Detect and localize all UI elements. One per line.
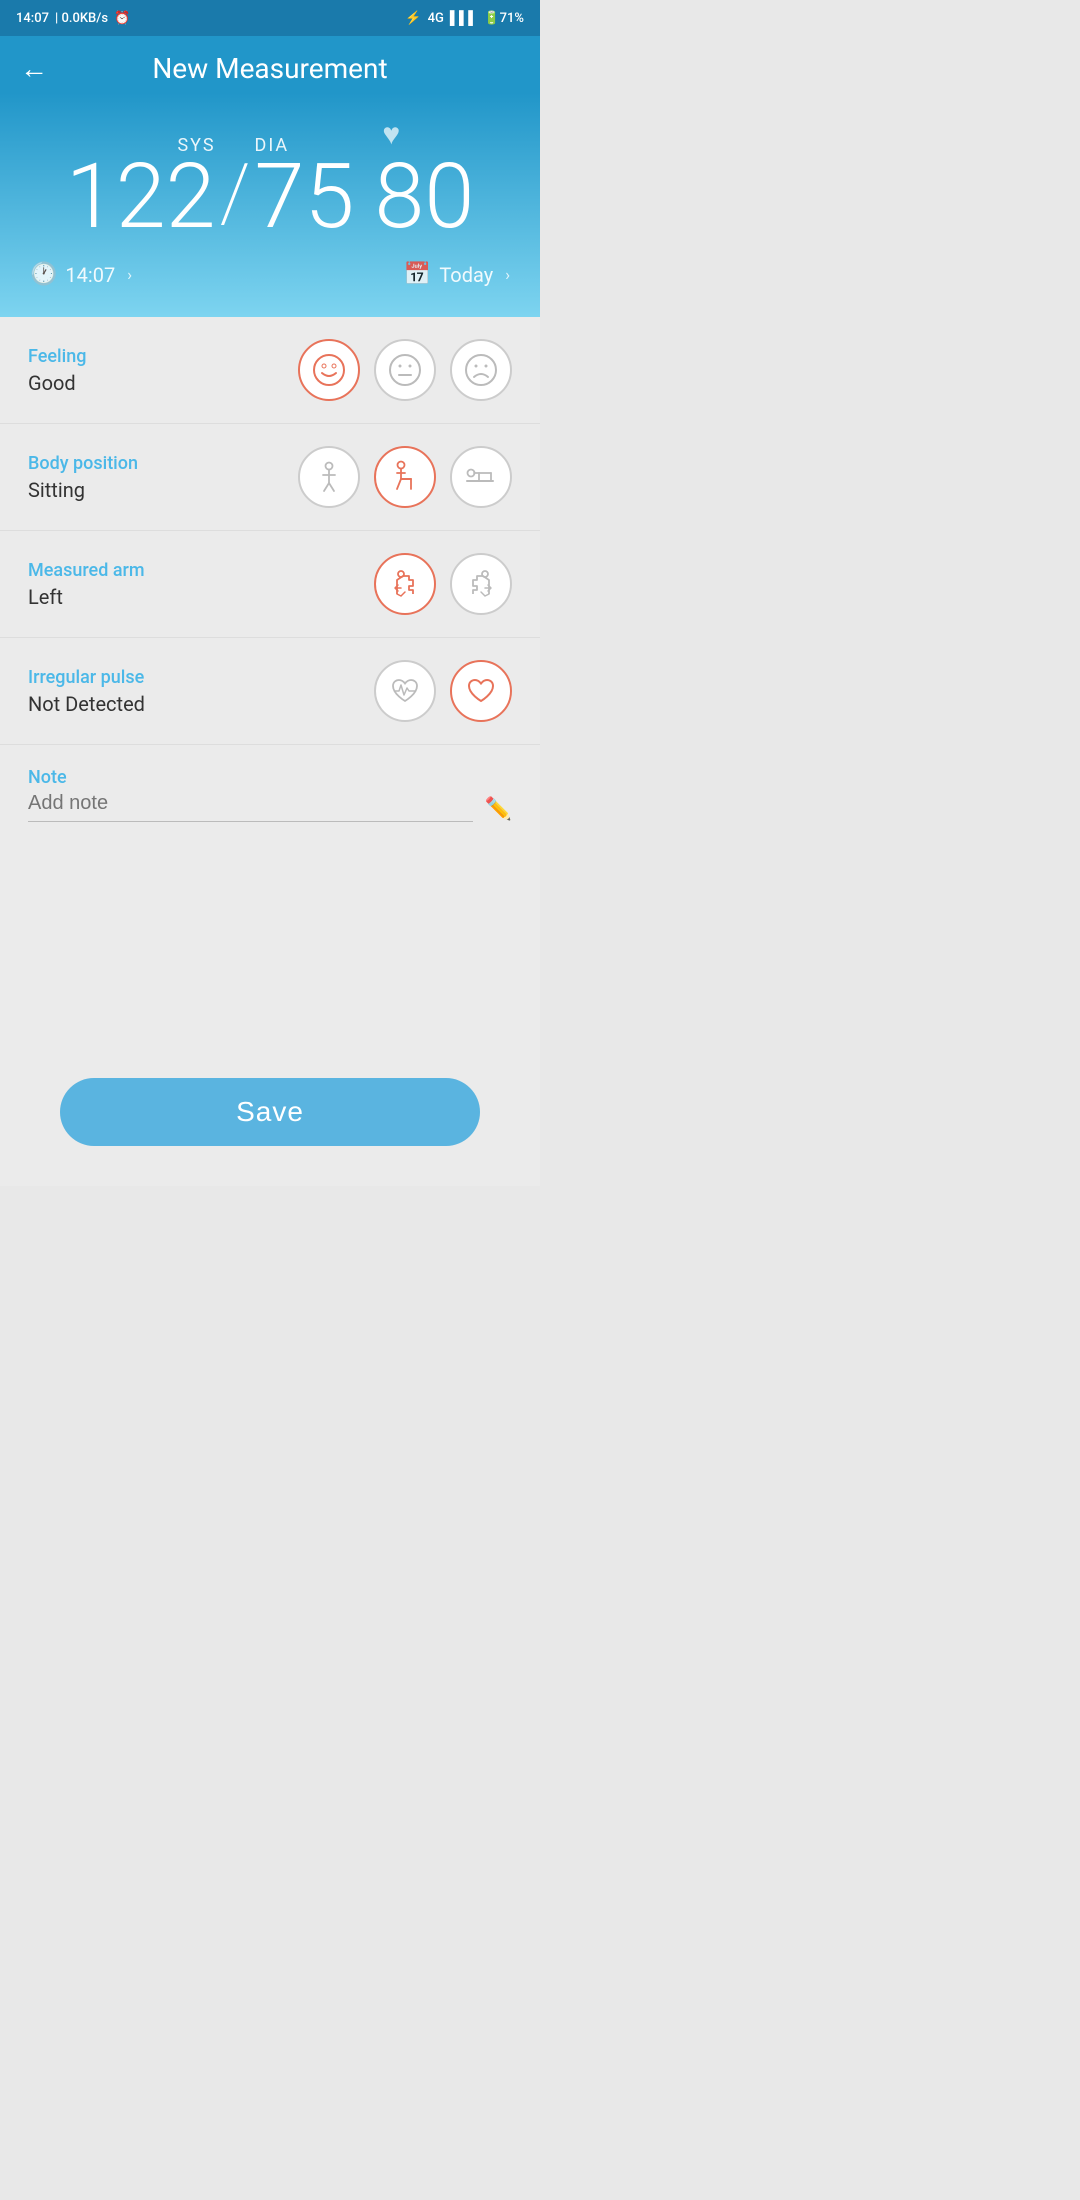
feeling-bad-button[interactable] — [450, 339, 512, 401]
alarm-icon: ⏰ — [114, 11, 130, 26]
measurement-date: Today — [439, 263, 493, 287]
body-position-section: Body position Sitting — [0, 424, 540, 531]
body-position-value: Sitting — [28, 478, 138, 502]
body-position-info: Body position Sitting — [28, 453, 138, 502]
measurement-time: 14:07 — [65, 263, 115, 287]
pulse-detected-button[interactable] — [374, 660, 436, 722]
pulse-options — [374, 660, 512, 722]
diastolic-block: DIA 75 — [255, 135, 355, 242]
position-standing-button[interactable] — [298, 446, 360, 508]
back-button[interactable]: ← — [20, 52, 48, 85]
calendar-icon: 📅 — [404, 262, 431, 287]
slash: / — [216, 146, 255, 240]
clock-icon: 🕐 — [30, 262, 57, 287]
feeling-good-button[interactable] — [298, 339, 360, 401]
body-position-options — [298, 446, 512, 508]
status-bar-left: 14:07 | 0.0KB/s ⏰ — [16, 11, 130, 26]
status-network: | 0.0KB/s — [55, 11, 108, 26]
dia-value: 75 — [255, 152, 355, 242]
status-bar: 14:07 | 0.0KB/s ⏰ ⚡ 4G ▌▌▌ 🔋71% — [0, 0, 540, 36]
measured-arm-section: Measured arm Left — [0, 531, 540, 638]
save-button[interactable]: Save — [60, 1078, 480, 1146]
body-position-row: Body position Sitting — [28, 446, 512, 508]
status-time: 14:07 — [16, 11, 49, 26]
content: Feeling Good — [0, 317, 540, 1186]
feeling-row: Feeling Good — [28, 339, 512, 401]
bp-display: SYS 122 / DIA 75 ♥ 80 — [30, 113, 510, 242]
irregular-pulse-label: Irregular pulse — [28, 667, 145, 688]
measurement-area: SYS 122 / DIA 75 ♥ 80 🕐 14:07 › 📅 Today … — [0, 93, 540, 317]
measured-arm-value: Left — [28, 585, 145, 609]
body-position-label: Body position — [28, 453, 138, 474]
battery-icon: 🔋71% — [483, 11, 524, 26]
date-chevron: › — [505, 265, 510, 284]
position-lying-button[interactable] — [450, 446, 512, 508]
arm-right-button[interactable] — [450, 553, 512, 615]
feeling-value: Good — [28, 371, 86, 395]
measured-arm-label: Measured arm — [28, 560, 145, 581]
irregular-pulse-value: Not Detected — [28, 692, 145, 716]
note-input[interactable] — [28, 792, 473, 822]
network-icon: 4G — [428, 11, 444, 26]
page-title: New Measurement — [60, 52, 480, 85]
save-area: Save — [0, 1058, 540, 1186]
feeling-label: Feeling — [28, 346, 86, 367]
date-section[interactable]: 📅 Today › — [404, 262, 510, 287]
pulse-block: ♥ 80 — [374, 113, 474, 242]
note-section: Note ✏️ — [0, 745, 540, 838]
header: ← New Measurement — [0, 36, 540, 93]
arm-left-button[interactable] — [374, 553, 436, 615]
time-chevron: › — [127, 265, 132, 284]
status-bar-right: ⚡ 4G ▌▌▌ 🔋71% — [405, 10, 524, 26]
measured-arm-info: Measured arm Left — [28, 560, 145, 609]
note-edit-icon[interactable]: ✏️ — [485, 797, 512, 822]
position-sitting-button[interactable] — [374, 446, 436, 508]
feeling-neutral-button[interactable] — [374, 339, 436, 401]
irregular-pulse-info: Irregular pulse Not Detected — [28, 667, 145, 716]
feeling-info: Feeling Good — [28, 346, 86, 395]
feeling-options — [298, 339, 512, 401]
sys-value: 122 — [66, 152, 216, 242]
bluetooth-icon: ⚡ — [405, 11, 421, 26]
measured-arm-row: Measured arm Left — [28, 553, 512, 615]
pulse-not-detected-button[interactable] — [450, 660, 512, 722]
note-input-row: ✏️ — [28, 792, 512, 822]
time-date-row: 🕐 14:07 › 📅 Today › — [30, 262, 510, 287]
irregular-pulse-section: Irregular pulse Not Detected — [0, 638, 540, 745]
systolic-block: SYS 122 — [66, 135, 216, 242]
arm-options — [374, 553, 512, 615]
feeling-section: Feeling Good — [0, 317, 540, 424]
note-label: Note — [28, 767, 512, 788]
irregular-pulse-row: Irregular pulse Not Detected — [28, 660, 512, 722]
signal-icon: ▌▌▌ — [450, 10, 478, 26]
pulse-value: 80 — [374, 152, 474, 242]
spacer — [0, 838, 540, 1058]
time-section[interactable]: 🕐 14:07 › — [30, 262, 132, 287]
